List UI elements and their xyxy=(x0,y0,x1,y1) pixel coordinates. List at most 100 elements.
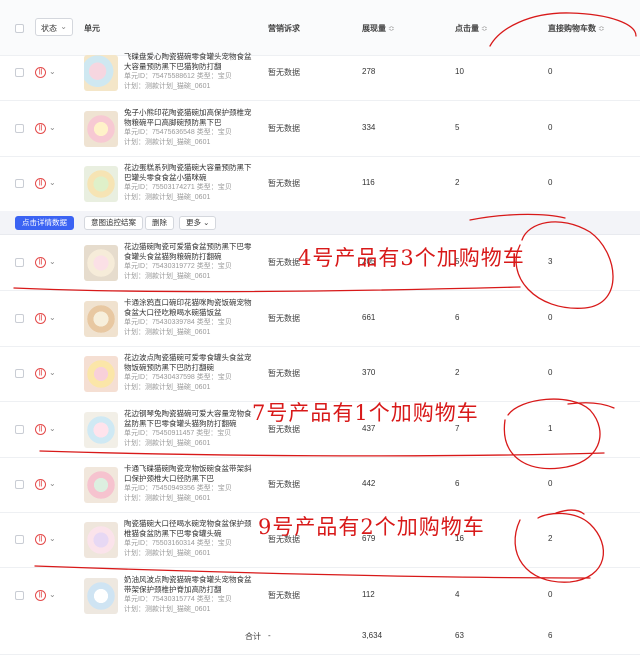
chevron-down-icon[interactable]: ⌄ xyxy=(49,123,56,132)
chevron-down-icon: ⌄ xyxy=(60,22,67,31)
product-name[interactable]: 花边波点陶瓷猫碗可爱零食罐头食盆宠物饭碗预防黑下巴防打翻碗 xyxy=(124,353,258,373)
marketing-cell: 暂无数据 xyxy=(268,68,300,77)
impressions-cell: 661 xyxy=(362,313,376,322)
pause-status-icon[interactable]: || xyxy=(35,178,46,189)
marketing-cell: 暂无数据 xyxy=(268,258,300,267)
row-checkbox[interactable] xyxy=(15,480,24,489)
product-name[interactable]: 花边钢琴兔陶瓷猫碗可爱大容量宠物食盆防黑下巴零食罐头猫狗防打翻碗 xyxy=(124,409,258,429)
totals-impressions: 3,634 xyxy=(362,631,383,640)
detail-data-button[interactable]: 点击详情数据 xyxy=(15,216,74,230)
more-button[interactable]: 更多 ⌄ xyxy=(179,216,217,230)
chevron-down-icon[interactable]: ⌄ xyxy=(49,368,56,377)
product-thumbnail[interactable] xyxy=(84,111,118,147)
pause-status-icon[interactable]: || xyxy=(35,590,46,601)
product-name[interactable]: 奶油风波点陶瓷猫碗零食罐头宠物食盆带架保护颈椎护脊加高防打翻 xyxy=(124,575,258,595)
product-plan-line: 计划：测款计划_猫碗_0601 xyxy=(124,194,211,201)
col-header-direct-cart[interactable]: 直接购物车数 ≎ xyxy=(548,23,605,34)
pause-status-icon[interactable]: || xyxy=(35,123,46,134)
table-row: || ⌄ 卡通飞碟猫碗陶瓷宠物饭碗食盆带架斜口保护颈椎大口径防黑下巴 单元ID：754… xyxy=(0,457,640,513)
cart-cell: 1 xyxy=(548,424,553,433)
row-checkbox[interactable] xyxy=(15,258,24,267)
chevron-down-icon[interactable]: ⌄ xyxy=(49,257,56,266)
chevron-down-icon[interactable]: ⌄ xyxy=(49,590,56,599)
product-thumbnail[interactable] xyxy=(84,55,118,91)
row-checkbox[interactable] xyxy=(15,179,24,188)
clicks-cell: 6 xyxy=(455,479,460,488)
chevron-down-icon[interactable]: ⌄ xyxy=(49,424,56,433)
table-row: || ⌄ 花边蛋糕系列陶瓷猫碗大容量预防黑下巴罐头零食食盆小猫咪碗 单元ID：7550… xyxy=(0,156,640,212)
impressions-cell: 278 xyxy=(362,67,376,76)
row-checkbox[interactable] xyxy=(15,314,24,323)
row-checkbox[interactable] xyxy=(15,425,24,434)
product-id-line: 单元ID：75475636548 类型：宝贝 xyxy=(124,129,232,136)
cart-cell: 0 xyxy=(548,67,553,76)
product-name[interactable]: 兔子小熊印花陶瓷猫碗加高保护颈椎宠物粮碗平口高脚碗预防黑下巴 xyxy=(124,108,258,128)
totals-row: 合计 - 3,634 63 6 xyxy=(0,617,640,655)
col-header-marketing: 营销诉求 xyxy=(268,24,300,33)
chevron-down-icon[interactable]: ⌄ xyxy=(49,178,56,187)
cart-cell: 0 xyxy=(548,313,553,322)
row-checkbox[interactable] xyxy=(15,369,24,378)
intent-monitor-button[interactable]: 意图追控结案 xyxy=(84,216,143,230)
product-thumbnail[interactable] xyxy=(84,522,118,558)
sort-icon[interactable]: ≎ xyxy=(481,24,488,33)
chevron-down-icon[interactable]: ⌄ xyxy=(49,313,56,322)
table-row: || ⌄ 花边波点陶瓷猫碗可爱零食罐头食盆宠物饭碗预防黑下巴防打翻碗 单元ID：754… xyxy=(0,346,640,402)
col-header-clicks[interactable]: 点击量 ≎ xyxy=(455,23,488,34)
col-header-clicks-label: 点击量 xyxy=(455,24,479,33)
product-thumbnail[interactable] xyxy=(84,412,118,448)
clicks-cell: 2 xyxy=(455,178,460,187)
product-thumbnail[interactable] xyxy=(84,578,118,614)
marketing-cell: 暂无数据 xyxy=(268,314,300,323)
product-thumbnail[interactable] xyxy=(84,356,118,392)
row-checkbox[interactable] xyxy=(15,591,24,600)
product-name[interactable]: 飞碟盘爱心陶瓷猫碗零食罐头宠物食盆大容量预防黑下巴猫狗防打翻 xyxy=(124,52,258,72)
row-checkbox[interactable] xyxy=(15,124,24,133)
clicks-cell: 2 xyxy=(455,368,460,377)
product-id-line: 单元ID：75450911457 类型：宝贝 xyxy=(124,430,232,437)
cart-cell: 3 xyxy=(548,257,553,266)
sort-icon[interactable]: ≎ xyxy=(388,24,395,33)
product-id-line: 单元ID：75430319772 类型：宝贝 xyxy=(124,263,232,270)
col-header-unit: 单元 xyxy=(84,24,100,33)
col-header-impressions-label: 展现量 xyxy=(362,24,386,33)
col-header-direct-cart-label: 直接购物车数 xyxy=(548,24,596,33)
impressions-cell: 370 xyxy=(362,368,376,377)
pause-status-icon[interactable]: || xyxy=(35,67,46,78)
chevron-down-icon[interactable]: ⌄ xyxy=(49,534,56,543)
sort-icon[interactable]: ≎ xyxy=(598,24,605,33)
product-thumbnail[interactable] xyxy=(84,301,118,337)
row-checkbox[interactable] xyxy=(15,68,24,77)
clicks-cell: 10 xyxy=(455,67,464,76)
delete-button[interactable]: 删除 xyxy=(145,216,174,230)
product-name[interactable]: 花边猫碗陶瓷可爱猫食盆预防黑下巴零食罐头食盆猫狗粮碗防打翻碗 xyxy=(124,242,258,262)
status-filter-label: 状态 xyxy=(41,24,57,33)
product-name[interactable]: 卡通飞碟猫碗陶瓷宠物饭碗食盆带架斜口保护颈椎大口径防黑下巴 xyxy=(124,464,258,484)
pause-status-icon[interactable]: || xyxy=(35,534,46,545)
product-thumbnail[interactable] xyxy=(84,166,118,202)
pause-status-icon[interactable]: || xyxy=(35,479,46,490)
pause-status-icon[interactable]: || xyxy=(35,368,46,379)
row-checkbox[interactable] xyxy=(15,535,24,544)
totals-label: 合计 xyxy=(245,632,261,641)
product-plan-line: 计划：测款计划_猫碗_0601 xyxy=(124,83,211,90)
col-header-impressions[interactable]: 展现量 ≎ xyxy=(362,23,395,34)
cart-cell: 0 xyxy=(548,123,553,132)
product-plan-line: 计划：测款计划_猫碗_0601 xyxy=(124,606,211,613)
product-thumbnail[interactable] xyxy=(84,467,118,503)
product-name[interactable]: 卡通涂鸦直口碗印花猫咪陶瓷饭碗宠物食盆大口径吃粮喝水碗猫饭盆 xyxy=(124,298,258,318)
product-id-line: 单元ID：75430437598 类型：宝贝 xyxy=(124,374,232,381)
chevron-down-icon[interactable]: ⌄ xyxy=(49,67,56,76)
pause-status-icon[interactable]: || xyxy=(35,313,46,324)
product-name[interactable]: 花边蛋糕系列陶瓷猫碗大容量预防黑下巴罐头零食食盆小猫咪碗 xyxy=(124,163,258,183)
pause-status-icon[interactable]: || xyxy=(35,424,46,435)
status-filter-dropdown[interactable]: 状态 ⌄ xyxy=(35,18,73,36)
chevron-down-icon[interactable]: ⌄ xyxy=(49,479,56,488)
product-thumbnail[interactable] xyxy=(84,245,118,281)
product-name[interactable]: 陶瓷猫碗大口径喝水碗宠物食盆保护颈椎猫食盆防黑下巴零食罐头碗 xyxy=(124,519,258,539)
select-all-checkbox[interactable] xyxy=(15,24,24,33)
pause-status-icon[interactable]: || xyxy=(35,257,46,268)
bulk-action-bar: 点击详情数据 意图追控结案 删除 更多 ⌄ xyxy=(0,211,640,235)
cart-cell: 0 xyxy=(548,368,553,377)
totals-marketing: - xyxy=(268,631,271,640)
